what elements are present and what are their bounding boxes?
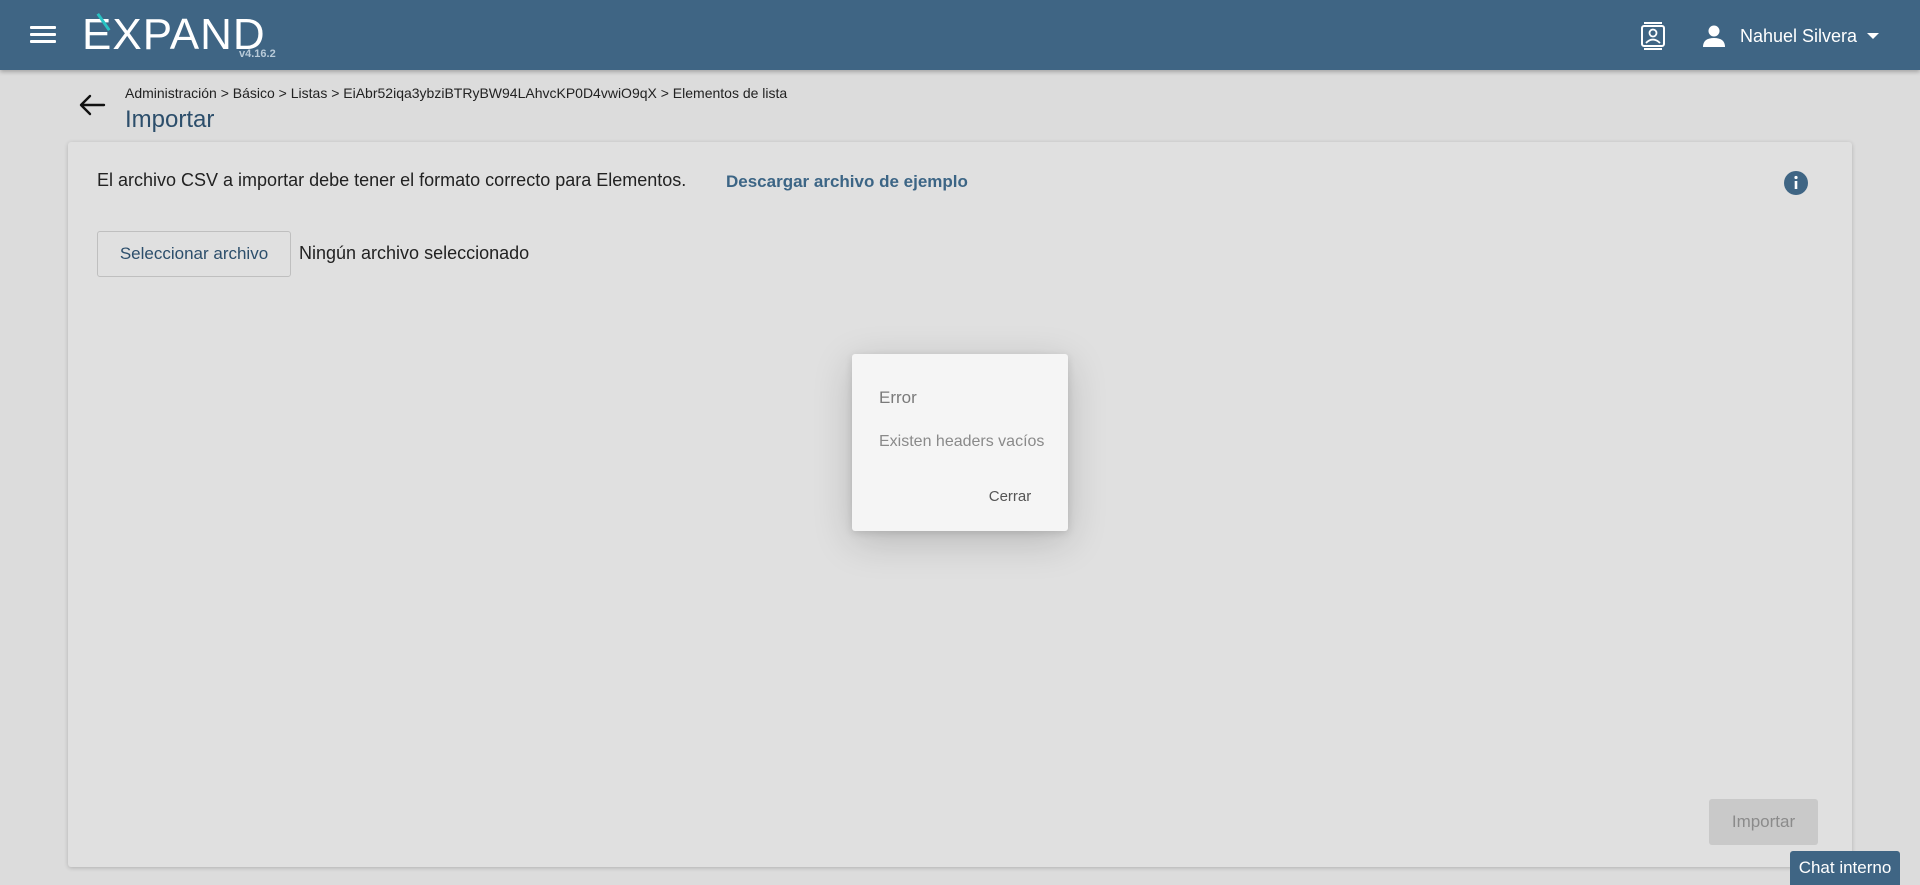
user-menu[interactable]: Nahuel Silvera xyxy=(1700,20,1880,52)
csv-format-description: El archivo CSV a importar debe tener el … xyxy=(97,170,687,190)
close-dialog-button[interactable]: Cerrar xyxy=(970,478,1050,514)
top-app-bar: EXPAND v4.16.2 Nahuel Silvera xyxy=(0,0,1920,70)
internal-chat-button[interactable]: Chat interno xyxy=(1790,851,1900,885)
user-name: Nahuel Silvera xyxy=(1740,25,1858,46)
expand-logo[interactable]: EXPAND v4.16.2 xyxy=(82,8,282,62)
caret-down-icon xyxy=(1867,33,1880,39)
dialog-message: Existen headers vacíos xyxy=(879,433,1045,450)
import-button[interactable]: Importar xyxy=(1709,799,1818,845)
version-label: v4.16.2 xyxy=(239,48,276,60)
breadcrumb: Administración > Básico > Listas > EiAbr… xyxy=(125,85,788,101)
back-arrow-icon[interactable] xyxy=(78,93,106,117)
page-title: Importar xyxy=(125,106,215,133)
info-icon[interactable] xyxy=(1783,170,1809,196)
download-example-link[interactable]: Descargar archivo de ejemplo xyxy=(726,172,968,192)
error-dialog: Error Existen headers vacíos Cerrar xyxy=(852,354,1068,531)
hamburger-menu-icon[interactable] xyxy=(30,23,56,47)
select-file-button[interactable]: Seleccionar archivo xyxy=(97,231,291,277)
file-status-text: Ningún archivo seleccionado xyxy=(299,243,530,263)
dialog-title: Error xyxy=(879,388,917,407)
contacts-card-icon[interactable] xyxy=(1640,22,1666,50)
person-icon xyxy=(1703,25,1725,47)
